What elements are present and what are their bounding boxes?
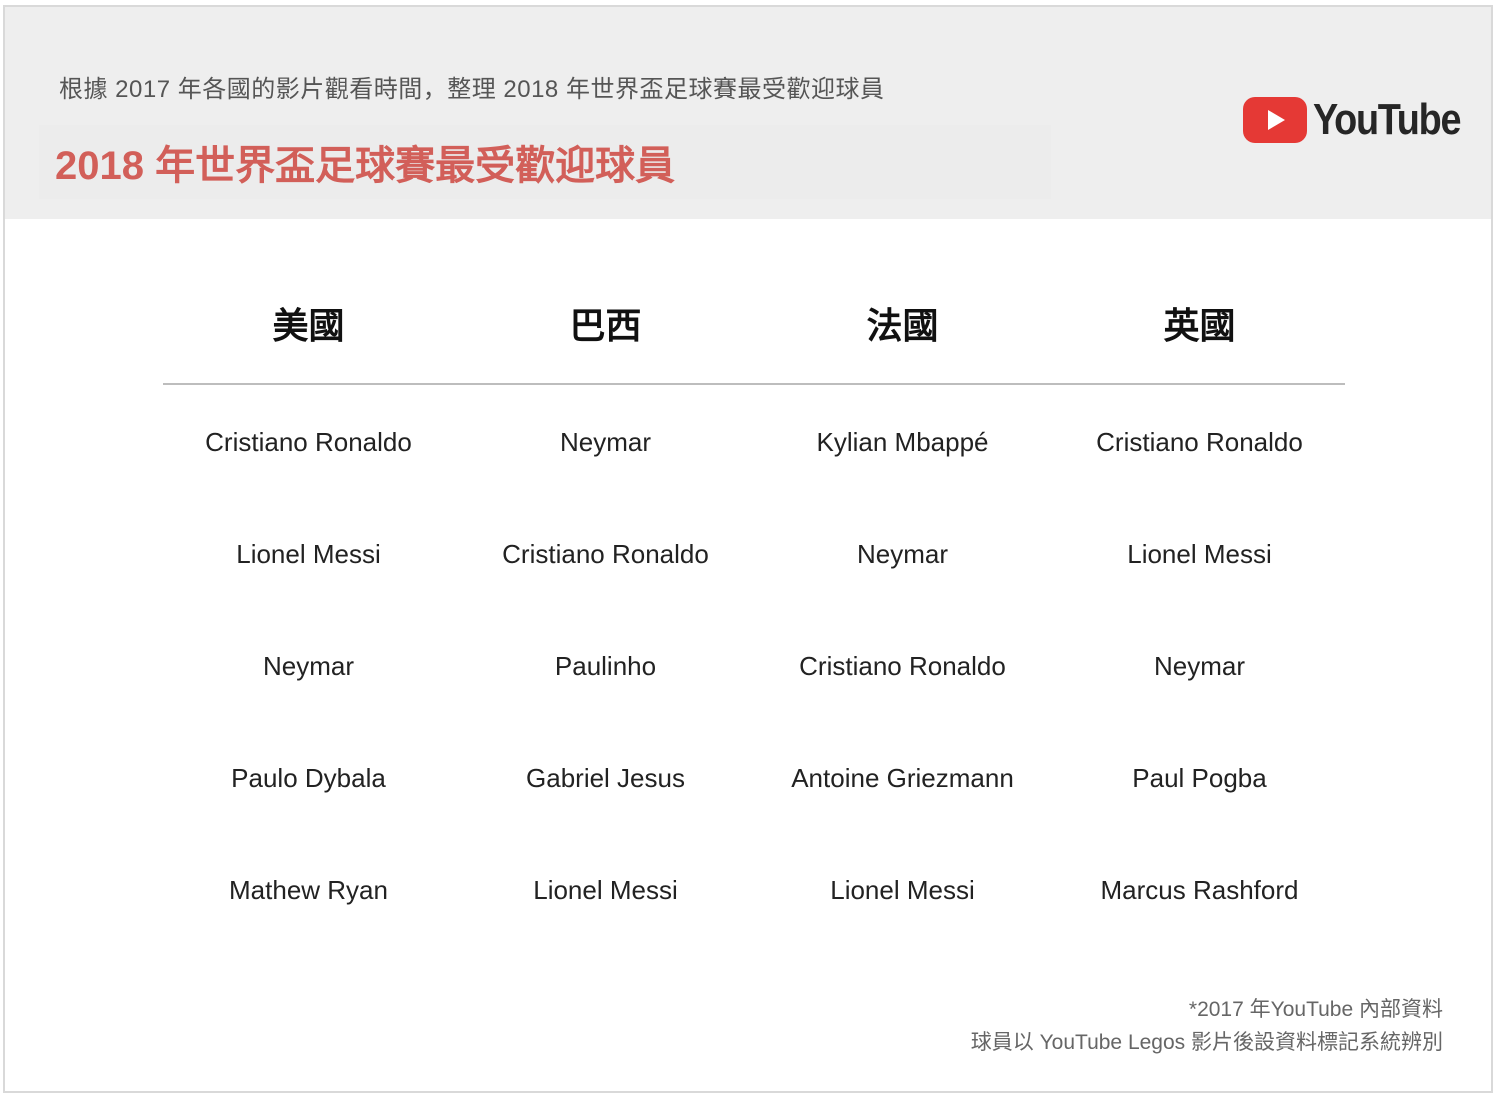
table-cell: Paulinho <box>554 651 657 681</box>
table-cell: Antoine Griezmann <box>791 763 1014 793</box>
footnote-source: *2017 年YouTube 內部資料 <box>1188 998 1443 1021</box>
column-header-brazil: 巴西 <box>569 305 642 346</box>
table-cell: Mathew Ryan <box>229 875 388 905</box>
table-cell: Cristiano Ronaldo <box>1096 427 1303 457</box>
youtube-wordmark: YouTube <box>1313 95 1461 144</box>
table-cell: Cristiano Ronaldo <box>205 427 412 457</box>
table-cell: Kylian Mbappé <box>816 427 989 457</box>
header-divider <box>163 383 1345 385</box>
table-cell: Lionel Messi <box>830 875 975 905</box>
table-cell: Neymar <box>262 651 354 681</box>
table-cell: Neymar <box>1153 651 1245 681</box>
table-cell: Neymar <box>856 539 948 569</box>
header-banner: 根據 2017 年各國的影片觀看時間，整理 2018 年世界盃足球賽最受歡迎球員… <box>5 7 1491 219</box>
column-header-uk: 英國 <box>1163 305 1236 346</box>
players-table: Cristiano Ronaldo Neymar Kylian Mbappé C… <box>160 420 1350 980</box>
footnote-method: 球員以 YouTube Legos 影片後設資料標記系統辨別 <box>970 1031 1443 1054</box>
column-headers: 美國 巴西 法國 英國 <box>160 297 1350 349</box>
table-cell: Lionel Messi <box>236 539 381 569</box>
table-cell: Cristiano Ronaldo <box>799 651 1006 681</box>
table-cell: Cristiano Ronaldo <box>502 539 709 569</box>
footnote: *2017 年YouTube 內部資料 球員以 YouTube Legos 影片… <box>971 993 1443 1059</box>
table-cell: Paulo Dybala <box>231 763 386 793</box>
infographic-card: 根據 2017 年各國的影片觀看時間，整理 2018 年世界盃足球賽最受歡迎球員… <box>3 5 1493 1093</box>
column-header-france: 法國 <box>866 305 939 346</box>
page-title: 2018 年世界盃足球賽最受歡迎球員 <box>55 144 676 188</box>
table-cell: Neymar <box>559 427 651 457</box>
subtitle: 根據 2017 年各國的影片觀看時間，整理 2018 年世界盃足球賽最受歡迎球員 <box>59 76 885 103</box>
table-cell: Lionel Messi <box>533 875 678 905</box>
table-cell: Lionel Messi <box>1127 539 1272 569</box>
table-cell: Paul Pogba <box>1132 763 1267 793</box>
youtube-logo: YouTube <box>1243 95 1484 145</box>
youtube-play-icon <box>1243 97 1307 143</box>
column-header-usa: 美國 <box>272 305 345 346</box>
table-cell: Marcus Rashford <box>1100 875 1299 905</box>
table-cell: Gabriel Jesus <box>526 763 685 793</box>
